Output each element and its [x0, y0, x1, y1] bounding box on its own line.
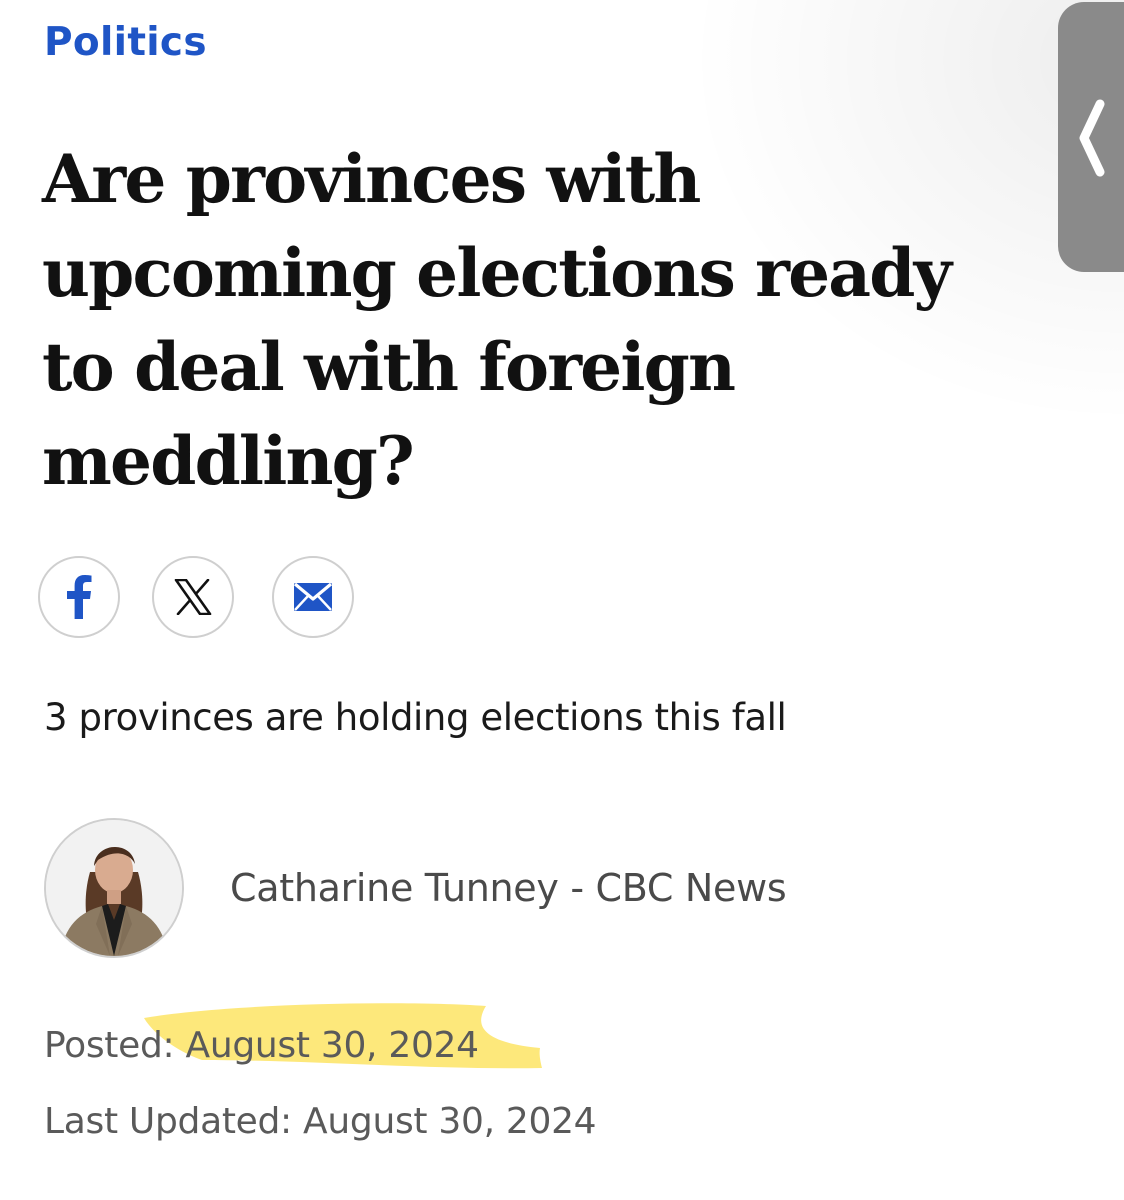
chevron-left-icon	[1079, 99, 1105, 177]
section-link-politics[interactable]: Politics	[44, 16, 207, 70]
last-updated-date: Last Updated: August 30, 2024	[44, 1094, 597, 1150]
share-email-button[interactable]	[272, 556, 354, 638]
updated-date-value: August 30, 2024	[303, 1101, 597, 1142]
sidebar-toggle-tab[interactable]	[1058, 2, 1124, 272]
facebook-icon	[67, 575, 92, 619]
posted-date-value: August 30, 2024	[185, 1025, 480, 1066]
author-avatar[interactable]	[44, 818, 184, 958]
posted-date: Posted: August 30, 2024	[44, 1018, 479, 1074]
mail-icon	[293, 582, 333, 611]
author-byline[interactable]: Catharine Tunney - CBC News	[230, 860, 787, 916]
share-facebook-button[interactable]	[38, 556, 120, 638]
article-headline: Are provinces with upcoming elections re…	[42, 140, 952, 500]
author-portrait	[46, 820, 182, 956]
updated-label: Last Updated:	[44, 1101, 292, 1142]
x-icon	[174, 579, 212, 615]
share-x-button[interactable]	[152, 556, 234, 638]
article-deck: 3 provinces are holding elections this f…	[44, 696, 787, 739]
posted-label: Posted:	[44, 1025, 175, 1066]
